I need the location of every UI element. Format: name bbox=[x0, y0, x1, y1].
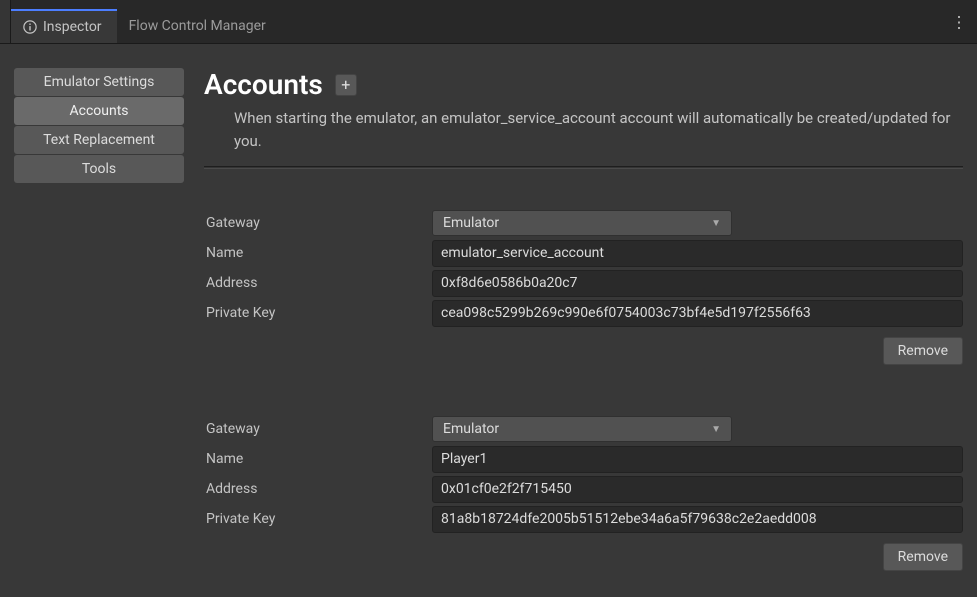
gateway-label: Gateway bbox=[204, 421, 432, 437]
gateway-dropdown[interactable]: Emulator ▼ bbox=[432, 416, 732, 442]
name-input[interactable] bbox=[432, 446, 963, 473]
address-input[interactable] bbox=[432, 476, 963, 503]
sidebar-item-tools[interactable]: Tools bbox=[14, 155, 184, 183]
tab-inspector[interactable]: Inspector bbox=[11, 9, 117, 43]
tab-label: Flow Control Manager bbox=[129, 18, 266, 34]
chevron-down-icon: ▼ bbox=[711, 424, 721, 435]
private-key-input[interactable] bbox=[432, 300, 963, 327]
address-label: Address bbox=[204, 481, 432, 497]
sidebar-item-emulator-settings[interactable]: Emulator Settings bbox=[14, 68, 184, 96]
name-label: Name bbox=[204, 451, 432, 467]
dropdown-value: Emulator bbox=[443, 421, 499, 437]
address-label: Address bbox=[204, 275, 432, 291]
tab-label: Inspector bbox=[43, 19, 102, 35]
content-area: Accounts + When starting the emulator, a… bbox=[190, 68, 977, 597]
divider bbox=[204, 166, 963, 169]
page-description: When starting the emulator, an emulator_… bbox=[204, 107, 963, 152]
sidebar-item-text-replacement[interactable]: Text Replacement bbox=[14, 126, 184, 154]
add-account-button[interactable]: + bbox=[335, 74, 357, 96]
context-menu-icon[interactable]: ⋮ bbox=[951, 12, 967, 31]
tab-flow-control-manager[interactable]: Flow Control Manager bbox=[117, 9, 281, 43]
tab-bar: Inspector Flow Control Manager ⋮ bbox=[0, 0, 977, 44]
gateway-label: Gateway bbox=[204, 215, 432, 231]
private-key-input[interactable] bbox=[432, 506, 963, 533]
private-key-label: Private Key bbox=[204, 511, 432, 527]
account-block: Gateway Emulator ▼ Name Address bbox=[204, 415, 963, 571]
gateway-dropdown[interactable]: Emulator ▼ bbox=[432, 210, 732, 236]
account-block: Gateway Emulator ▼ Name Address bbox=[204, 209, 963, 365]
remove-button[interactable]: Remove bbox=[883, 337, 963, 365]
info-icon bbox=[23, 20, 37, 34]
dropdown-value: Emulator bbox=[443, 215, 499, 231]
sidebar-item-accounts[interactable]: Accounts bbox=[14, 97, 184, 125]
name-label: Name bbox=[204, 245, 432, 261]
remove-button[interactable]: Remove bbox=[883, 543, 963, 571]
name-input[interactable] bbox=[432, 240, 963, 267]
chevron-down-icon: ▼ bbox=[711, 218, 721, 229]
private-key-label: Private Key bbox=[204, 305, 432, 321]
sidebar: Emulator Settings Accounts Text Replacem… bbox=[0, 68, 190, 597]
address-input[interactable] bbox=[432, 270, 963, 297]
page-title: Accounts bbox=[204, 68, 323, 101]
